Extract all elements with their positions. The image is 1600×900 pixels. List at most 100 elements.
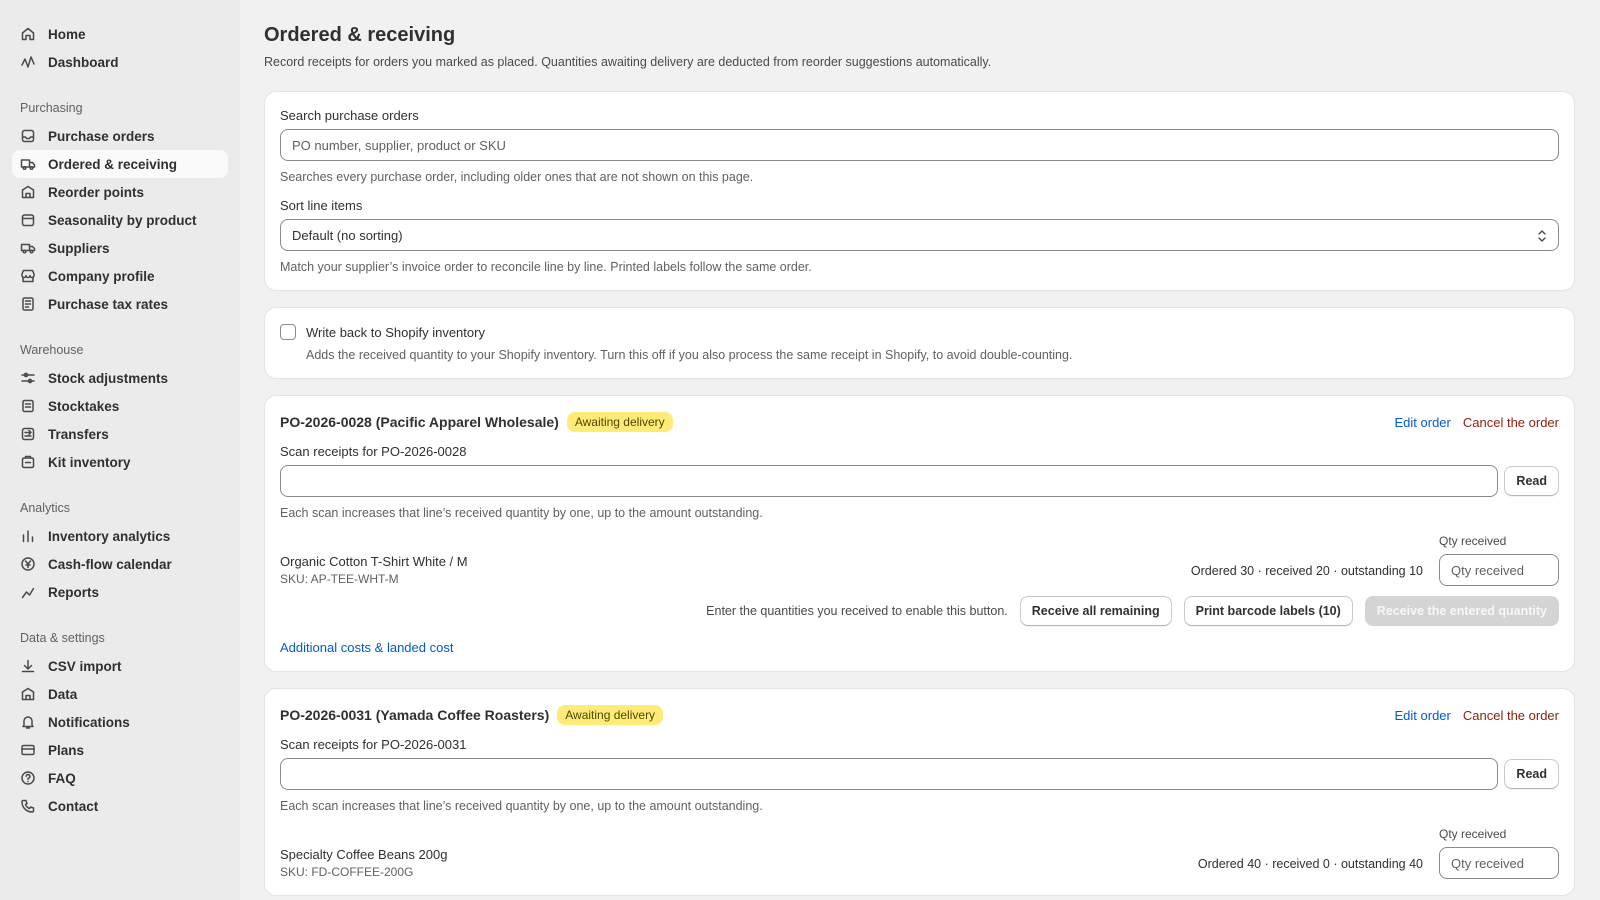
receipt-icon — [20, 296, 36, 312]
sidebar-item-suppliers[interactable]: Suppliers — [12, 234, 228, 262]
sidebar-item-notifications[interactable]: Notifications — [12, 708, 228, 736]
receive-all-remaining-button[interactable]: Receive all remaining — [1019, 596, 1172, 626]
sidebar-item-label: CSV import — [48, 658, 122, 674]
sort-select-value: Default (no sorting) — [292, 227, 403, 243]
cancel-order-link[interactable]: Cancel the order — [1463, 415, 1559, 430]
question-icon — [20, 770, 36, 786]
sidebar-item-stocktakes[interactable]: Stocktakes — [12, 392, 228, 420]
read-button[interactable]: Read — [1504, 759, 1559, 789]
search-label: Search purchase orders — [280, 108, 419, 123]
writeback-label: Write back to Shopify inventory — [306, 324, 485, 340]
bell-icon — [20, 714, 36, 730]
line-item: Specialty Coffee Beans 200g SKU: FD-COFF… — [280, 827, 1559, 879]
line-item-right: Ordered 30 · received 20 · outstanding 1… — [1191, 534, 1559, 586]
transfer-icon — [20, 426, 36, 442]
cancel-order-link[interactable]: Cancel the order — [1463, 708, 1559, 723]
qty-field: Qty received — [1439, 534, 1559, 586]
nav-group-top: Home Dashboard — [12, 20, 228, 76]
sidebar-item-label: Purchase orders — [48, 128, 155, 144]
po-title: PO-2026-0028 (Pacific Apparel Wholesale) — [280, 414, 559, 430]
house-icon — [20, 184, 36, 200]
sidebar-item-seasonality[interactable]: Seasonality by product — [12, 206, 228, 234]
clipboard-icon — [20, 398, 36, 414]
sidebar-item-label: Transfers — [48, 426, 109, 442]
sidebar-item-label: Inventory analytics — [48, 528, 171, 544]
sidebar-item-stock-adjustments[interactable]: Stock adjustments — [12, 364, 228, 392]
writeback-checkbox[interactable] — [280, 324, 296, 340]
scan-label: Scan receipts for PO-2026-0031 — [280, 737, 467, 752]
line-item: Organic Cotton T-Shirt White / M SKU: AP… — [280, 534, 1559, 586]
sidebar-item-reports[interactable]: Reports — [12, 578, 228, 606]
nav-group-analytics: Analytics Inventory analytics Cash-flow … — [12, 496, 228, 606]
nav-heading-analytics: Analytics — [20, 501, 71, 515]
sidebar-item-label: Dashboard — [48, 54, 119, 70]
receive-hint: Enter the quantities you received to ena… — [706, 604, 1008, 618]
store-icon — [20, 268, 36, 284]
sidebar-item-label: Stock adjustments — [48, 370, 169, 386]
scan-label: Scan receipts for PO-2026-0028 — [280, 444, 467, 459]
sidebar-item-purchase-tax-rates[interactable]: Purchase tax rates — [12, 290, 228, 318]
status-badge: Awaiting delivery — [557, 705, 664, 725]
sidebar-item-label: Contact — [48, 798, 99, 814]
sidebar-item-dashboard[interactable]: Dashboard — [12, 48, 228, 76]
sidebar-item-csv-import[interactable]: CSV import — [12, 652, 228, 680]
qty-received-input[interactable] — [1439, 847, 1559, 879]
sidebar-item-label: Reorder points — [48, 184, 145, 200]
receive-entered-quantity-button[interactable]: Receive the entered quantity — [1364, 596, 1559, 626]
yen-icon — [20, 556, 36, 572]
print-barcode-labels-button[interactable]: Print barcode labels (10) — [1183, 596, 1353, 626]
sidebar-item-ordered-receiving[interactable]: Ordered & receiving — [12, 150, 228, 178]
qty-label: Qty received — [1439, 534, 1507, 548]
sidebar-item-inventory-analytics[interactable]: Inventory analytics — [12, 522, 228, 550]
search-input[interactable] — [280, 129, 1559, 161]
sidebar-item-label: Notifications — [48, 714, 130, 730]
line-item-name: Specialty Coffee Beans 200g — [280, 847, 448, 862]
sidebar-item-transfers[interactable]: Transfers — [12, 420, 228, 448]
sidebar-item-data[interactable]: Data — [12, 680, 228, 708]
qty-field: Qty received — [1439, 827, 1559, 879]
sort-help: Match your supplier’s invoice order to r… — [280, 260, 812, 274]
po-header: PO-2026-0031 (Yamada Coffee Roasters) Aw… — [280, 705, 1559, 725]
sidebar-item-plans[interactable]: Plans — [12, 736, 228, 764]
sidebar-item-home[interactable]: Home — [12, 20, 228, 48]
scan-help: Each scan increases that line’s received… — [280, 506, 763, 520]
scan-input[interactable] — [280, 465, 1499, 497]
writeback-help: Adds the received quantity to your Shopi… — [306, 348, 1073, 362]
scan-help: Each scan increases that line’s received… — [280, 799, 763, 813]
sidebar-item-contact[interactable]: Contact — [12, 792, 228, 820]
sidebar-item-faq[interactable]: FAQ — [12, 764, 228, 792]
sidebar-item-purchase-orders[interactable]: Purchase orders — [12, 122, 228, 150]
sidebar-item-cash-flow-calendar[interactable]: Cash-flow calendar — [12, 550, 228, 578]
sidebar-item-label: Ordered & receiving — [48, 156, 178, 172]
sidebar-item-label: Cash-flow calendar — [48, 556, 172, 572]
scan-input[interactable] — [280, 758, 1499, 790]
nav-heading-purchasing: Purchasing — [20, 101, 83, 115]
sidebar-item-label: Purchase tax rates — [48, 296, 169, 312]
nav-heading-warehouse: Warehouse — [20, 343, 84, 357]
po-actions: Edit order Cancel the order — [1395, 708, 1560, 723]
line-item-right: Ordered 40 · received 0 · outstanding 40… — [1198, 827, 1559, 879]
sidebar-item-reorder-points[interactable]: Reorder points — [12, 178, 228, 206]
search-help: Searches every purchase order, including… — [280, 170, 754, 184]
line-item-summary: Ordered 30 · received 20 · outstanding 1… — [1190, 564, 1423, 578]
sidebar-item-label: Kit inventory — [48, 454, 131, 470]
additional-costs-link[interactable]: Additional costs & landed cost — [280, 640, 453, 655]
edit-order-link[interactable]: Edit order — [1395, 415, 1451, 430]
po-card: PO-2026-0031 (Yamada Coffee Roasters) Aw… — [264, 688, 1575, 896]
truck-icon — [20, 156, 36, 172]
qty-received-input[interactable] — [1439, 554, 1559, 586]
chevron-up-down-icon — [1538, 230, 1546, 242]
activity-icon — [20, 54, 36, 70]
sidebar-item-label: Seasonality by product — [48, 212, 197, 228]
status-badge: Awaiting delivery — [566, 412, 673, 432]
sidebar: Home Dashboard Purchasing Purchase order… — [0, 0, 240, 900]
sidebar-item-company-profile[interactable]: Company profile — [12, 262, 228, 290]
database-icon — [20, 686, 36, 702]
download-icon — [20, 658, 36, 674]
sort-select[interactable]: Default (no sorting) — [280, 219, 1559, 251]
sidebar-item-kit-inventory[interactable]: Kit inventory — [12, 448, 228, 476]
reports-icon — [20, 584, 36, 600]
po-title: PO-2026-0031 (Yamada Coffee Roasters) — [280, 707, 550, 723]
read-button[interactable]: Read — [1504, 466, 1559, 496]
edit-order-link[interactable]: Edit order — [1395, 708, 1451, 723]
